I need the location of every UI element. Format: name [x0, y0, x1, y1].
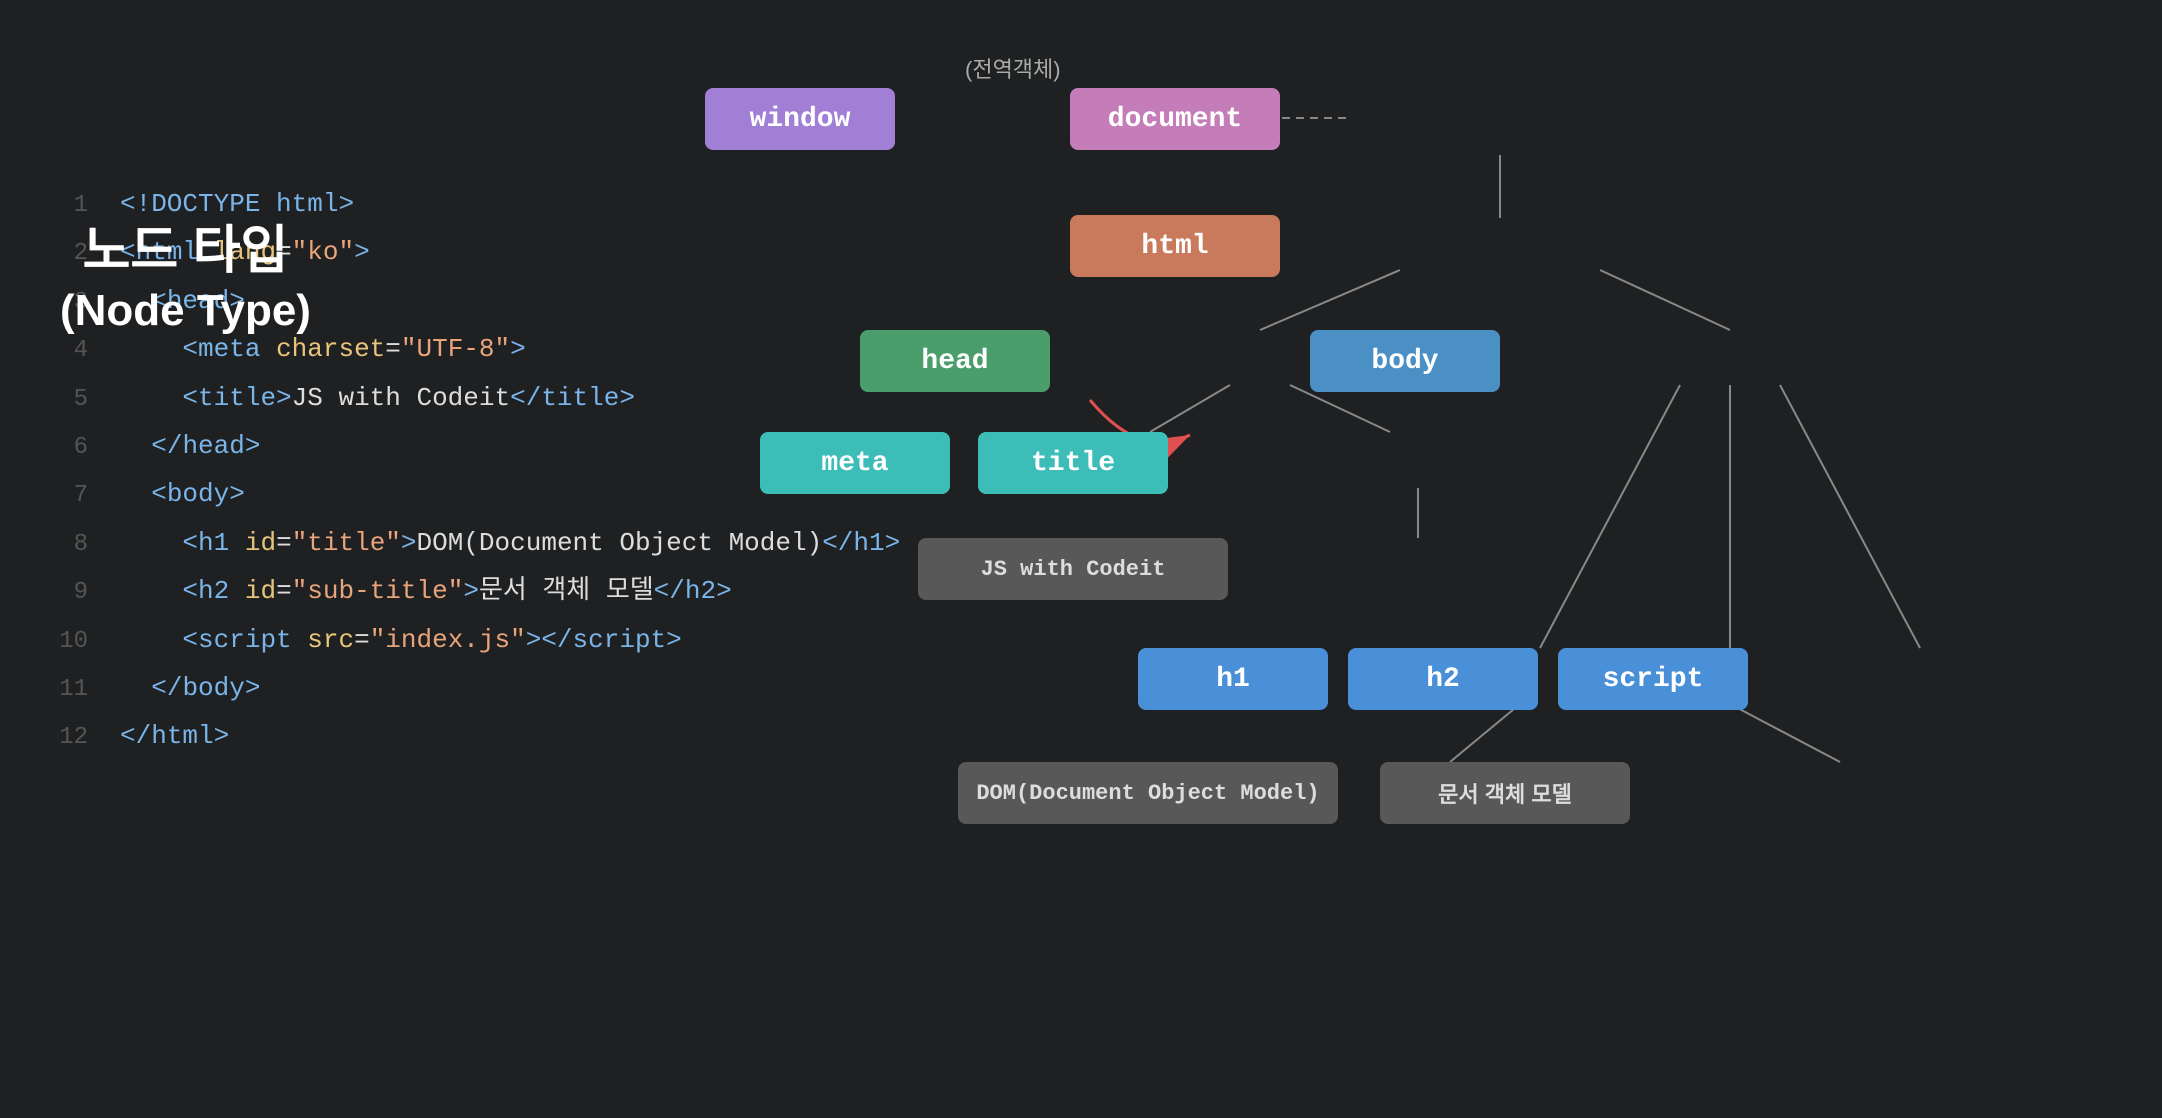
code-line: 7 <body>: [40, 470, 600, 518]
node-script: script: [1558, 648, 1748, 710]
code-line: 10 <script src="index.js"></script>: [40, 616, 600, 664]
node-meta: meta: [760, 432, 950, 494]
node-window: window: [705, 88, 895, 150]
global-label: (전역객체): [965, 52, 1061, 84]
node-type-label: 노드 타입 (Node Type): [60, 220, 311, 340]
node-text-js: JS with Codeit: [918, 538, 1228, 600]
node-type-korean: 노드 타입: [60, 220, 311, 282]
node-type-english: (Node Type): [60, 282, 311, 339]
code-line: 12</html>: [40, 712, 600, 760]
node-document: document: [1070, 88, 1280, 150]
code-line: 5 <title>JS with Codeit</title>: [40, 374, 600, 422]
node-text-문서: 문서 객체 모델: [1380, 762, 1630, 824]
node-head: head: [860, 330, 1050, 392]
node-html: html: [1070, 215, 1280, 277]
code-line: 9 <h2 id="sub-title">문서 객체 모델</h2>: [40, 567, 600, 615]
node-h2: h2: [1348, 648, 1538, 710]
code-panel: 1<!DOCTYPE html>2<html lang="ko">3 <head…: [0, 0, 600, 1118]
code-line: 6 </head>: [40, 422, 600, 470]
node-text-dom: DOM(Document Object Model): [958, 762, 1338, 824]
code-line: 8 <h1 id="title">DOM(Document Object Mod…: [40, 519, 600, 567]
node-body: body: [1310, 330, 1500, 392]
node-h1: h1: [1138, 648, 1328, 710]
diagram-panel: to document --> (전역객체): [580, 0, 2162, 1118]
node-title: title: [978, 432, 1168, 494]
code-line: 11 </body>: [40, 664, 600, 712]
